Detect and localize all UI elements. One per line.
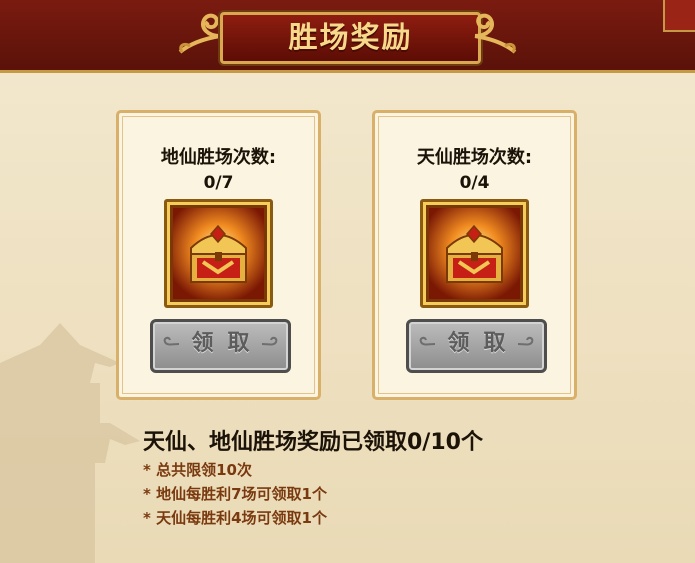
card-count: 0/4 bbox=[459, 173, 490, 193]
title-plate: 胜场奖励 bbox=[170, 0, 525, 66]
swirl-right-icon bbox=[261, 336, 278, 346]
rule-note: * 总共限领10次 bbox=[143, 461, 252, 479]
card-tianxian: 天仙胜场次数: 0/4 领取 bbox=[372, 110, 577, 400]
chest-reward-slot[interactable] bbox=[164, 199, 273, 308]
card-label: 天仙胜场次数: bbox=[416, 147, 533, 168]
rule-note: * 地仙每胜利7场可领取1个 bbox=[143, 485, 327, 503]
claim-summary: 天仙、地仙胜场奖励已领取0/10个 bbox=[143, 430, 483, 455]
reward-panel bbox=[0, 73, 695, 563]
card-dixian: 地仙胜场次数: 0/7 领取 bbox=[116, 110, 321, 400]
rule-note: * 天仙每胜利4场可领取1个 bbox=[143, 509, 327, 527]
page-title: 胜场奖励 bbox=[288, 20, 413, 54]
treasure-chest-icon bbox=[429, 208, 520, 299]
scroll-ornament-left-icon bbox=[178, 13, 221, 54]
treasure-chest-icon bbox=[173, 208, 264, 299]
card-count: 0/7 bbox=[203, 173, 234, 193]
corner-ornament bbox=[663, 0, 695, 32]
scroll-ornament-right-icon bbox=[474, 13, 517, 54]
claim-button-dixian[interactable]: 领取 bbox=[150, 319, 291, 373]
swirl-right-icon bbox=[517, 336, 534, 346]
claim-button-tianxian[interactable]: 领取 bbox=[406, 319, 547, 373]
card-label: 地仙胜场次数: bbox=[160, 147, 277, 168]
chest-reward-slot[interactable] bbox=[420, 199, 529, 308]
